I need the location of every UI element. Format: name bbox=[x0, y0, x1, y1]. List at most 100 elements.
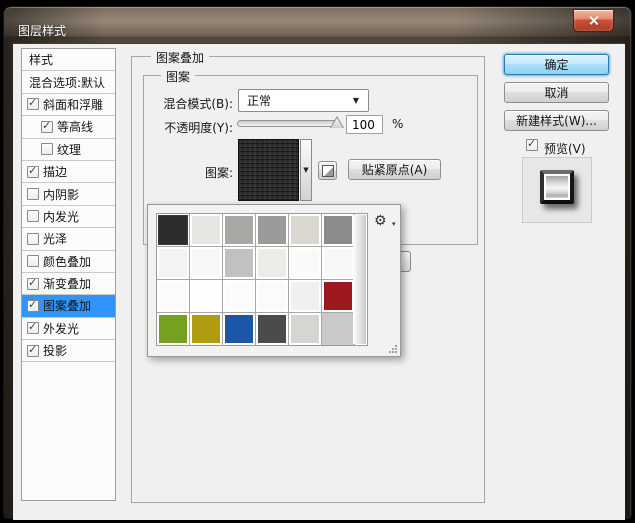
sidebar-item-label: 内阴影 bbox=[43, 186, 79, 203]
opacity-slider-track[interactable] bbox=[237, 120, 341, 127]
sidebar-item-label: 描边 bbox=[43, 163, 67, 180]
swatch-fill bbox=[258, 216, 286, 244]
sidebar-item-8[interactable]: 光泽 bbox=[22, 228, 115, 250]
preview-checkbox[interactable]: ✓ bbox=[526, 139, 538, 151]
blend-mode-value: 正常 bbox=[239, 92, 271, 109]
effect-checkbox[interactable] bbox=[27, 255, 39, 267]
pattern-swatch-dark-fabric[interactable] bbox=[157, 214, 189, 246]
pattern-swatch-dark-grain[interactable] bbox=[322, 214, 354, 246]
sidebar-item-5[interactable]: ✓ 描边 bbox=[22, 161, 115, 183]
pattern-swatch-white-fibers[interactable] bbox=[256, 247, 288, 279]
effect-checkbox[interactable]: ✓ bbox=[27, 166, 39, 178]
effect-checkbox[interactable] bbox=[27, 233, 39, 245]
sidebar-item-7[interactable]: 内发光 bbox=[22, 206, 115, 228]
pattern-swatch-light-gray[interactable] bbox=[223, 247, 255, 279]
pattern-swatch-off-white-2[interactable] bbox=[190, 247, 222, 279]
swatch-fill bbox=[258, 315, 286, 343]
snap-to-origin-button[interactable]: 贴紧原点(A) bbox=[348, 159, 441, 180]
cancel-button[interactable]: 取消 bbox=[504, 82, 609, 103]
pattern-swatch-speckle[interactable] bbox=[289, 313, 321, 345]
effects-list: 样式混合选项:默认✓斜面和浮雕✓等高线纹理 ✓ 描边内阴影内发光光泽颜色叠加✓渐变叠… bbox=[21, 48, 116, 501]
new-style-button[interactable]: 新建样式(W)... bbox=[504, 110, 609, 131]
pattern-group-title: 图案 bbox=[161, 68, 195, 85]
sidebar-item-label: 内发光 bbox=[43, 208, 79, 225]
check-icon: ✓ bbox=[28, 320, 37, 333]
pattern-swatch-white-1[interactable] bbox=[289, 247, 321, 279]
pattern-swatch-white-6[interactable] bbox=[256, 280, 288, 312]
effect-checkbox[interactable] bbox=[41, 143, 53, 155]
sidebar-item-4[interactable]: 纹理 bbox=[22, 139, 115, 161]
pattern-swatch-pale-gray[interactable] bbox=[289, 280, 321, 312]
pattern-swatch-white-3[interactable] bbox=[157, 280, 189, 312]
sidebar-item-13[interactable]: ✓投影 bbox=[22, 340, 115, 362]
close-button[interactable] bbox=[573, 9, 614, 32]
chevron-down-icon: ▼ bbox=[303, 166, 308, 174]
sidebar-item-label: 外发光 bbox=[43, 320, 79, 337]
chevron-down-icon: ▼ bbox=[353, 96, 359, 105]
gear-menu-caret-icon[interactable]: ▾ bbox=[392, 220, 396, 228]
sidebar-item-1[interactable]: 混合选项:默认 bbox=[22, 71, 115, 93]
style-preview-panel bbox=[522, 157, 592, 223]
sidebar-item-10[interactable]: ✓渐变叠加 bbox=[22, 273, 115, 295]
pattern-picker-popup: ⚙ ▾ bbox=[147, 204, 401, 357]
sidebar-item-label: 图案叠加 bbox=[43, 297, 91, 314]
pattern-swatch-green[interactable] bbox=[157, 313, 189, 345]
check-icon: ✓ bbox=[28, 343, 37, 356]
sidebar-item-12[interactable]: ✓ 外发光 bbox=[22, 318, 115, 340]
pattern-picker-toggle[interactable]: ▼ bbox=[300, 139, 312, 201]
pattern-swatch-dark-red[interactable] bbox=[322, 280, 354, 312]
pattern-label: 图案: bbox=[180, 164, 233, 181]
check-icon: ✓ bbox=[527, 137, 536, 150]
swatch-fill bbox=[291, 249, 319, 277]
gear-icon[interactable]: ⚙ bbox=[374, 214, 387, 228]
effect-checkbox[interactable] bbox=[27, 210, 39, 222]
sidebar-item-6[interactable]: 内阴影 bbox=[22, 183, 115, 205]
effect-checkbox[interactable] bbox=[27, 188, 39, 200]
popup-resize-grip[interactable] bbox=[388, 344, 397, 353]
current-pattern-thumbnail[interactable] bbox=[238, 139, 299, 201]
blend-mode-select[interactable]: 正常 ▼ bbox=[238, 89, 369, 112]
pattern-swatch-off-white-1[interactable] bbox=[157, 247, 189, 279]
pattern-swatch-mottled-light[interactable] bbox=[289, 214, 321, 246]
pattern-swatch-charcoal[interactable] bbox=[256, 313, 288, 345]
pattern-swatch-white-5[interactable] bbox=[223, 280, 255, 312]
swatch-fill bbox=[324, 249, 352, 277]
pattern-overlay-group-title: 图案叠加 bbox=[151, 49, 209, 66]
sidebar-item-9[interactable]: 颜色叠加 bbox=[22, 251, 115, 273]
swatch-fill bbox=[258, 249, 286, 277]
sidebar-item-3[interactable]: ✓等高线 bbox=[22, 116, 115, 138]
sidebar-item-0[interactable]: 样式 bbox=[22, 49, 115, 71]
pattern-swatch-blue[interactable] bbox=[223, 313, 255, 345]
check-icon: ✓ bbox=[28, 298, 37, 311]
pattern-swatch-olive-yellow[interactable] bbox=[190, 313, 222, 345]
pattern-swatch-white-4[interactable] bbox=[190, 280, 222, 312]
ok-button[interactable]: 确定 bbox=[504, 54, 609, 75]
window-title: 图层样式 bbox=[18, 22, 66, 39]
swatch-fill bbox=[324, 282, 352, 310]
pattern-swatch-white-2[interactable] bbox=[322, 247, 354, 279]
new-pattern-button[interactable] bbox=[318, 161, 337, 180]
swatch-fill bbox=[192, 315, 220, 343]
sidebar-item-11[interactable]: ✓ 图案叠加 bbox=[22, 295, 115, 317]
sidebar-item-2[interactable]: ✓斜面和浮雕 bbox=[22, 94, 115, 116]
swatch-fill bbox=[225, 315, 253, 343]
effect-checkbox[interactable]: ✓ bbox=[27, 98, 39, 110]
pattern-swatch-mid-gray[interactable] bbox=[256, 214, 288, 246]
sidebar-item-label: 纹理 bbox=[57, 141, 81, 158]
check-icon: ✓ bbox=[28, 96, 37, 109]
effect-checkbox[interactable]: ✓ bbox=[27, 300, 39, 312]
opacity-input[interactable] bbox=[346, 115, 383, 134]
effect-checkbox[interactable]: ✓ bbox=[27, 345, 39, 357]
swatch-scrollbar-track[interactable] bbox=[353, 215, 366, 344]
swatch-fill bbox=[225, 216, 253, 244]
close-icon bbox=[588, 15, 599, 26]
pattern-swatch-area bbox=[156, 213, 368, 346]
sidebar-item-label: 光泽 bbox=[43, 230, 67, 247]
screen: 图层样式 样式混合选项:默认✓斜面和浮雕✓等高线纹理 ✓ 描边内阴影内发光光泽颜色叠… bbox=[0, 0, 635, 523]
pattern-swatch-gray-stone[interactable] bbox=[223, 214, 255, 246]
effect-checkbox[interactable]: ✓ bbox=[27, 278, 39, 290]
effect-checkbox[interactable]: ✓ bbox=[41, 121, 53, 133]
pattern-swatch-light-paper[interactable] bbox=[190, 214, 222, 246]
swatch-fill bbox=[192, 282, 220, 310]
effect-checkbox[interactable]: ✓ bbox=[27, 322, 39, 334]
